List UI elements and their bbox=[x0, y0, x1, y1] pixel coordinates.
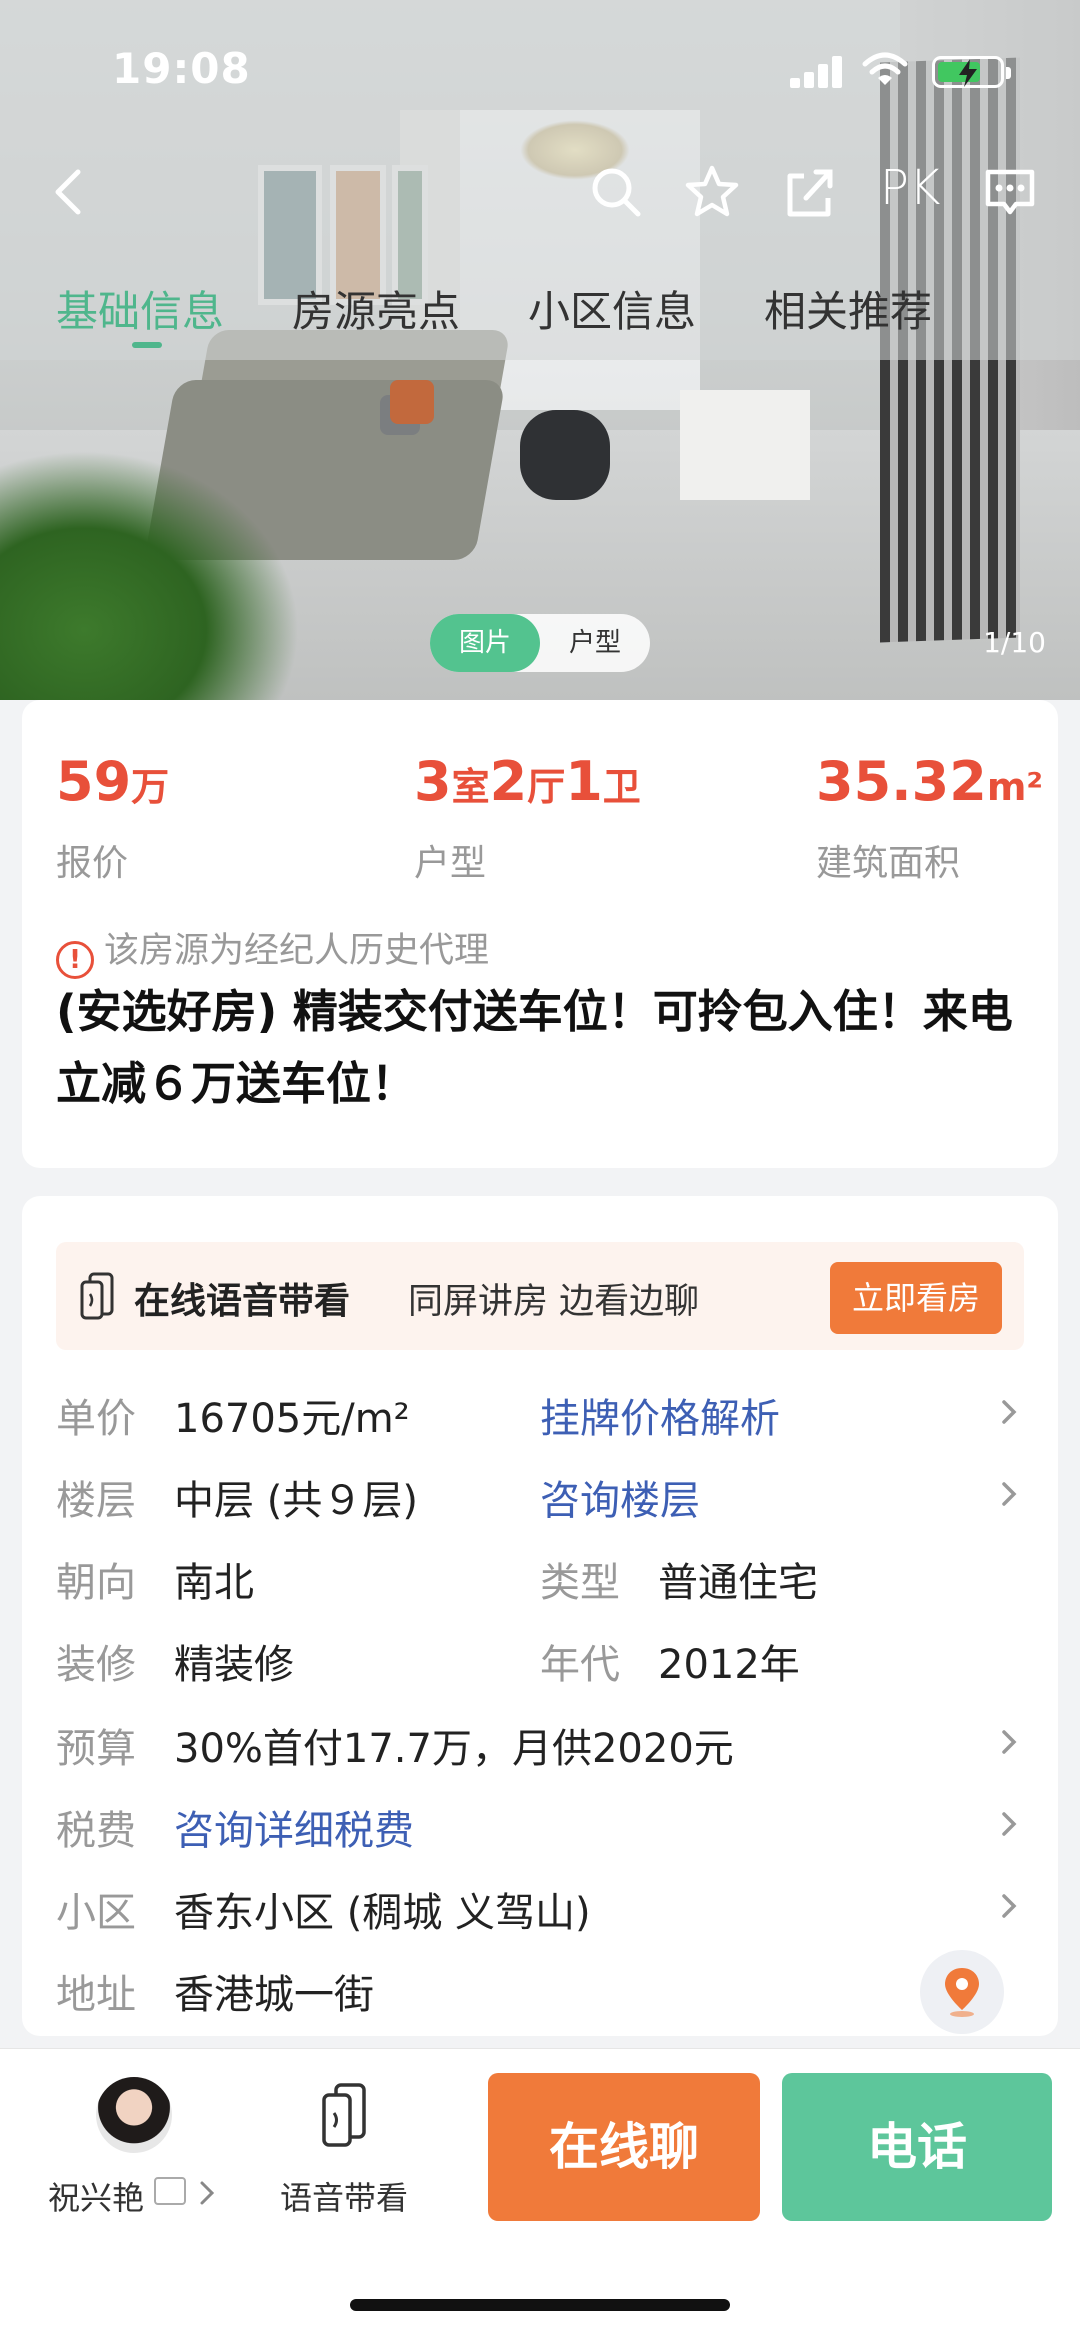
area-label: 建筑面积 bbox=[816, 843, 961, 884]
bath-unit: 卫 bbox=[602, 765, 641, 809]
tax-row[interactable]: 税费 咨询详细税费 bbox=[56, 1798, 1024, 1858]
tab-highlights[interactable]: 房源亮点 bbox=[292, 278, 460, 339]
photo-cabinet bbox=[680, 390, 810, 500]
photo-table bbox=[520, 410, 610, 500]
floorplan-toggle-button[interactable]: 户型 bbox=[540, 614, 650, 672]
photo-plant bbox=[0, 450, 300, 700]
hall-unit: 厅 bbox=[527, 765, 566, 809]
address-value: 香港城一街 bbox=[174, 1972, 374, 2018]
budget-value: 30%首付17.7万，月供2020元 bbox=[174, 1726, 734, 1772]
back-icon[interactable] bbox=[38, 162, 98, 222]
tax-consult-link[interactable]: 咨询详细税费 bbox=[174, 1798, 414, 1856]
orientation-row: 朝向 南北 类型 普通住宅 bbox=[56, 1550, 1024, 1610]
pk-compare-button[interactable]: PK bbox=[880, 160, 940, 216]
floor-value: 中层 (共９层) bbox=[174, 1478, 418, 1524]
active-tab-indicator bbox=[132, 342, 162, 348]
bottom-action-bar: 祝兴艳 语音带看 在线聊 电话 bbox=[0, 2048, 1080, 2337]
favorite-star-icon[interactable] bbox=[682, 162, 742, 222]
listing-title: (安选好房) 精装交付送车位！可拎包入住！来电立减６万送车位！ bbox=[56, 985, 1013, 1110]
floor-row[interactable]: 楼层 中层 (共９层) 咨询楼层 bbox=[56, 1468, 1024, 1528]
phone-call-button[interactable]: 电话 bbox=[782, 2073, 1052, 2221]
budget-row[interactable]: 预算 30%首付17.7万，月供2020元 bbox=[56, 1716, 1024, 1776]
community-value: 香东小区 (稠城 义驾山) bbox=[174, 1890, 591, 1936]
voice-tour-label[interactable]: 语音带看 bbox=[280, 2173, 408, 2219]
battery-icon bbox=[932, 56, 1011, 88]
tab-basic-info[interactable]: 基础信息 bbox=[56, 278, 224, 339]
message-icon[interactable] bbox=[980, 162, 1040, 222]
unit-price-label: 单价 bbox=[56, 1396, 136, 1442]
hall-count: 2 bbox=[489, 750, 528, 813]
tax-label: 税费 bbox=[56, 1808, 136, 1854]
community-label: 小区 bbox=[56, 1890, 136, 1936]
photo-counter: 1/10 bbox=[983, 626, 1046, 659]
view-now-button[interactable]: 立即看房 bbox=[830, 1262, 1002, 1334]
share-icon[interactable] bbox=[780, 162, 840, 222]
room-count: 3 bbox=[414, 750, 452, 813]
floor-label: 楼层 bbox=[56, 1478, 136, 1524]
map-location-button[interactable] bbox=[920, 1950, 1004, 2034]
top-nav: PK bbox=[0, 150, 1080, 230]
chevron-right-icon bbox=[1002, 1482, 1017, 1506]
agent-name[interactable]: 祝兴艳 bbox=[48, 2173, 144, 2219]
agent-avatar[interactable] bbox=[96, 2077, 172, 2153]
search-icon[interactable] bbox=[586, 162, 646, 222]
price-label: 报价 bbox=[56, 843, 129, 884]
online-chat-button[interactable]: 在线聊 bbox=[488, 2073, 760, 2221]
year-label: 年代 bbox=[540, 1642, 620, 1688]
warning-icon: ! bbox=[56, 941, 94, 979]
layout-stat: 3室2厅1卫 户型 bbox=[414, 750, 641, 884]
chevron-right-icon bbox=[1002, 1400, 1017, 1424]
room-unit: 室 bbox=[451, 765, 490, 809]
tab-community-info[interactable]: 小区信息 bbox=[528, 278, 696, 339]
wifi-icon bbox=[862, 52, 908, 85]
status-time: 19:08 bbox=[112, 44, 251, 93]
price-unit: 万 bbox=[131, 765, 170, 809]
photo-pillow bbox=[390, 380, 434, 424]
year-value: 2012年 bbox=[658, 1642, 800, 1688]
orientation-value: 南北 bbox=[174, 1560, 254, 1606]
community-row[interactable]: 小区 香东小区 (稠城 义驾山) bbox=[56, 1880, 1024, 1940]
decoration-value: 精装修 bbox=[174, 1642, 294, 1688]
area-stat: 35.32m² 建筑面积 bbox=[816, 750, 1044, 884]
type-value: 普通住宅 bbox=[658, 1560, 818, 1606]
area-value: 35.32 bbox=[816, 750, 987, 813]
voice-tour-title: 在线语音带看 bbox=[134, 1281, 351, 1322]
unit-price-row[interactable]: 单价 16705元/m² 挂牌价格解析 bbox=[56, 1386, 1024, 1446]
budget-label: 预算 bbox=[56, 1726, 136, 1772]
notice-text: 该房源为经纪人历史代理 bbox=[104, 931, 490, 971]
voice-tour-icon[interactable] bbox=[320, 2081, 370, 2151]
media-toggle: 图片 户型 bbox=[430, 614, 650, 672]
price-analysis-link[interactable]: 挂牌价格解析 bbox=[540, 1386, 780, 1444]
section-tabs: 基础信息 房源亮点 小区信息 相关推荐 bbox=[0, 270, 1080, 360]
address-row: 地址 香港城一街 bbox=[56, 1962, 1024, 2022]
decoration-row: 装修 精装修 年代 2012年 bbox=[56, 1632, 1024, 1692]
chevron-right-icon bbox=[1002, 1730, 1017, 1754]
signal-icon bbox=[790, 56, 842, 88]
orientation-label: 朝向 bbox=[56, 1560, 136, 1606]
map-pin-icon bbox=[945, 1968, 979, 2017]
price-stat: 59万 报价 bbox=[56, 750, 170, 884]
area-unit: m² bbox=[986, 765, 1044, 809]
chevron-right-icon bbox=[200, 2181, 215, 2205]
voice-tour-subtitle: 同屏讲房 边看边聊 bbox=[408, 1282, 700, 1322]
bath-count: 1 bbox=[565, 750, 603, 813]
address-label: 地址 bbox=[56, 1972, 136, 2018]
decoration-label: 装修 bbox=[56, 1642, 136, 1688]
home-indicator bbox=[350, 2299, 730, 2311]
agent-notice: ! 该房源为经纪人历史代理 bbox=[56, 922, 489, 979]
consult-floor-link[interactable]: 咨询楼层 bbox=[540, 1468, 700, 1526]
chevron-right-icon bbox=[1002, 1894, 1017, 1918]
tab-recommendations[interactable]: 相关推荐 bbox=[764, 278, 932, 339]
unit-price-value: 16705元/m² bbox=[174, 1396, 410, 1442]
voice-tour-banner: 在线语音带看 同屏讲房 边看边聊 立即看房 bbox=[56, 1242, 1024, 1350]
voice-phone-icon bbox=[80, 1272, 114, 1320]
summary-card: 59万 报价 3室2厅1卫 户型 35.32m² 建筑面积 ! 该房源为经纪人历史… bbox=[22, 700, 1058, 1168]
layout-label: 户型 bbox=[414, 843, 487, 884]
photo-toggle-button[interactable]: 图片 bbox=[430, 614, 540, 672]
type-label: 类型 bbox=[540, 1560, 620, 1606]
status-bar: 19:08 bbox=[0, 0, 1080, 130]
price-value: 59 bbox=[56, 750, 132, 813]
chevron-right-icon bbox=[1002, 1812, 1017, 1836]
business-card-icon bbox=[154, 2177, 186, 2205]
